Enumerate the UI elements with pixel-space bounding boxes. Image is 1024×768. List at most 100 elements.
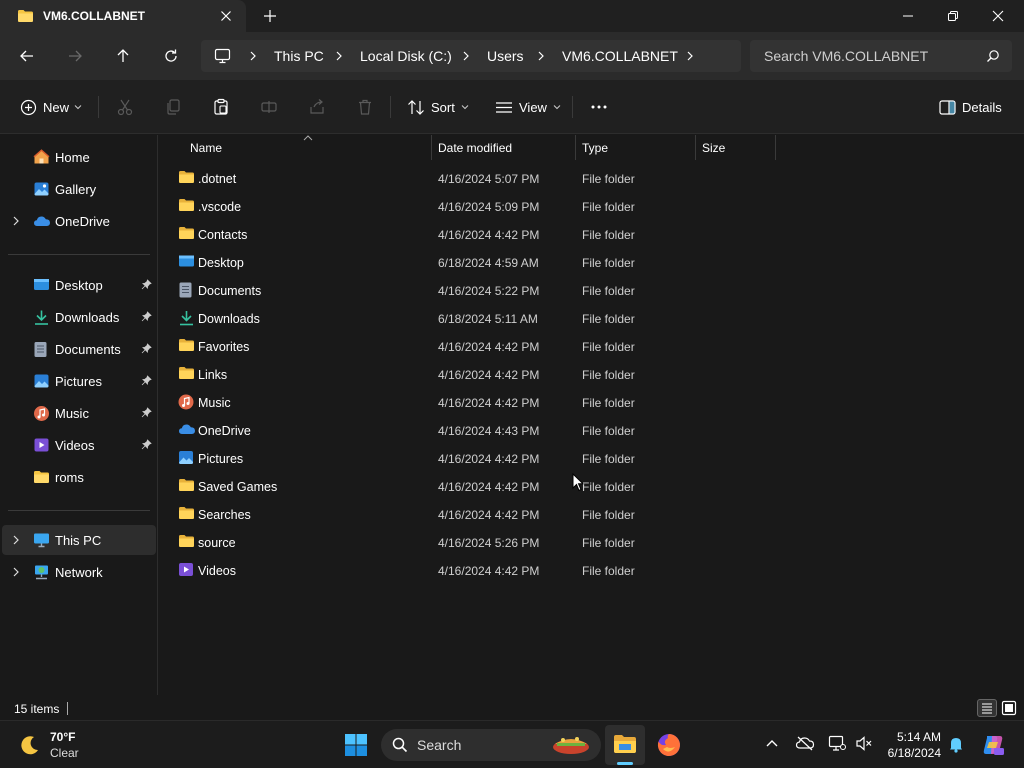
- file-row[interactable]: Searches 4/16/2024 4:42 PM File folder: [172, 500, 782, 528]
- windows-start-icon[interactable]: [344, 733, 368, 757]
- window-tab[interactable]: VM6.COLLABNET: [0, 0, 246, 32]
- column-divider[interactable]: [431, 135, 432, 160]
- chevron-right-icon[interactable]: [11, 216, 21, 226]
- close-window-icon[interactable]: [990, 8, 1006, 24]
- breadcrumb-user-folder[interactable]: VM6.COLLABNET: [562, 48, 678, 64]
- sidebar-item-network[interactable]: Network: [2, 557, 156, 587]
- monitor-icon: [214, 48, 231, 64]
- chevron-right-icon[interactable]: [248, 51, 258, 61]
- rename-icon[interactable]: [260, 98, 278, 116]
- new-label: New: [43, 99, 70, 115]
- sort-button[interactable]: Sort: [407, 97, 475, 117]
- sidebar-item-music[interactable]: Music: [2, 398, 156, 428]
- file-type: File folder: [582, 480, 635, 494]
- cloud-offline-icon[interactable]: [795, 735, 815, 751]
- breadcrumb-users[interactable]: Users: [487, 48, 524, 64]
- sidebar-item-pictures[interactable]: Pictures: [2, 366, 156, 396]
- sidebar-item-onedrive[interactable]: OneDrive: [2, 206, 156, 236]
- pin-icon[interactable]: [141, 311, 152, 322]
- column-header-date[interactable]: Date modified: [438, 141, 512, 155]
- file-row[interactable]: Desktop 6/18/2024 4:59 AM File folder: [172, 248, 782, 276]
- search-icon[interactable]: [986, 49, 1000, 63]
- volume-muted-icon[interactable]: [855, 735, 873, 752]
- chevron-right-icon[interactable]: [11, 567, 21, 577]
- file-row[interactable]: Downloads 6/18/2024 5:11 AM File folder: [172, 304, 782, 332]
- back-arrow-icon[interactable]: [18, 47, 36, 65]
- firefox-icon[interactable]: [656, 732, 682, 758]
- breadcrumb-this-pc[interactable]: This PC: [274, 48, 324, 64]
- sidebar-item-documents[interactable]: Documents: [2, 334, 156, 364]
- tiles-view-icon[interactable]: [1001, 700, 1017, 716]
- column-divider[interactable]: [695, 135, 696, 160]
- chevron-right-icon[interactable]: [685, 51, 695, 61]
- notification-bell-icon[interactable]: [949, 736, 963, 753]
- column-divider[interactable]: [775, 135, 776, 160]
- file-explorer-taskbar-button[interactable]: [605, 725, 645, 765]
- sidebar-item-downloads[interactable]: Downloads: [2, 302, 156, 332]
- search-box[interactable]: Search VM6.COLLABNET: [750, 40, 1012, 72]
- cut-icon[interactable]: [116, 98, 134, 116]
- pin-icon[interactable]: [141, 279, 152, 290]
- sidebar-item-home[interactable]: Home: [2, 142, 156, 172]
- weather-widget[interactable]: 70°F Clear: [14, 727, 94, 763]
- new-button[interactable]: New: [20, 97, 88, 117]
- display-icon[interactable]: [828, 735, 846, 752]
- close-tab-icon[interactable]: [218, 8, 234, 24]
- file-row[interactable]: .dotnet 4/16/2024 5:07 PM File folder: [172, 164, 782, 192]
- clock-time[interactable]: 5:14 AM: [884, 730, 941, 744]
- file-row[interactable]: source 4/16/2024 5:26 PM File folder: [172, 528, 782, 556]
- copy-icon[interactable]: [164, 98, 182, 116]
- column-header-name[interactable]: Name: [190, 141, 222, 155]
- minimize-icon[interactable]: [900, 8, 916, 24]
- file-date-modified: 4/16/2024 4:42 PM: [438, 508, 540, 522]
- new-tab-icon[interactable]: [262, 8, 278, 24]
- forward-arrow-icon[interactable]: [66, 47, 84, 65]
- up-arrow-icon[interactable]: [114, 47, 132, 65]
- command-bar: New Sort View Details: [0, 80, 1024, 134]
- file-row[interactable]: .vscode 4/16/2024 5:09 PM File folder: [172, 192, 782, 220]
- pin-icon[interactable]: [141, 375, 152, 386]
- file-row[interactable]: Documents 4/16/2024 5:22 PM File folder: [172, 276, 782, 304]
- pin-icon[interactable]: [141, 439, 152, 450]
- file-row[interactable]: Saved Games 4/16/2024 4:42 PM File folder: [172, 472, 782, 500]
- paste-icon[interactable]: [212, 98, 230, 116]
- sidebar-item-videos[interactable]: Videos: [2, 430, 156, 460]
- sidebar-item-desktop[interactable]: Desktop: [2, 270, 156, 300]
- column-divider[interactable]: [575, 135, 576, 160]
- address-bar[interactable]: This PC Local Disk (C:) Users VM6.COLLAB…: [201, 40, 741, 72]
- details-view-icon[interactable]: [977, 699, 997, 717]
- chevron-up-icon[interactable]: [765, 738, 779, 748]
- file-row[interactable]: Pictures 4/16/2024 4:42 PM File folder: [172, 444, 782, 472]
- more-options-icon[interactable]: [590, 98, 608, 116]
- chevron-right-icon[interactable]: [11, 535, 21, 545]
- search-input[interactable]: Search VM6.COLLABNET: [764, 48, 928, 64]
- file-row[interactable]: Videos 4/16/2024 4:42 PM File folder: [172, 556, 782, 584]
- chevron-right-icon[interactable]: [461, 51, 471, 61]
- file-row[interactable]: Contacts 4/16/2024 4:42 PM File folder: [172, 220, 782, 248]
- sidebar-item-roms[interactable]: roms: [2, 462, 156, 492]
- file-row[interactable]: Music 4/16/2024 4:42 PM File folder: [172, 388, 782, 416]
- file-row[interactable]: Favorites 4/16/2024 4:42 PM File folder: [172, 332, 782, 360]
- moon-icon: [21, 736, 38, 755]
- file-row[interactable]: OneDrive 4/16/2024 4:43 PM File folder: [172, 416, 782, 444]
- breadcrumb-local-disk[interactable]: Local Disk (C:): [360, 48, 452, 64]
- taskbar-search[interactable]: Search: [381, 729, 601, 761]
- column-header-type[interactable]: Type: [582, 141, 608, 155]
- delete-icon[interactable]: [356, 98, 374, 116]
- chevron-right-icon[interactable]: [536, 51, 546, 61]
- chevron-right-icon[interactable]: [334, 51, 344, 61]
- refresh-icon[interactable]: [162, 47, 180, 65]
- file-row[interactable]: Links 4/16/2024 4:42 PM File folder: [172, 360, 782, 388]
- taskbar: 70°F Clear Search 5:14 AM 6/18/2024: [0, 720, 1024, 768]
- clock-date[interactable]: 6/18/2024: [884, 746, 941, 760]
- pin-icon[interactable]: [141, 343, 152, 354]
- view-button[interactable]: View: [495, 97, 567, 117]
- sidebar-item-gallery[interactable]: Gallery: [2, 174, 156, 204]
- pin-icon[interactable]: [141, 407, 152, 418]
- details-button[interactable]: Details: [939, 97, 1002, 117]
- column-header-size[interactable]: Size: [702, 141, 725, 155]
- sidebar-item-this-pc[interactable]: This PC: [2, 525, 156, 555]
- copilot-icon[interactable]: [981, 733, 1005, 757]
- share-icon[interactable]: [308, 98, 326, 116]
- restore-icon[interactable]: [945, 8, 961, 24]
